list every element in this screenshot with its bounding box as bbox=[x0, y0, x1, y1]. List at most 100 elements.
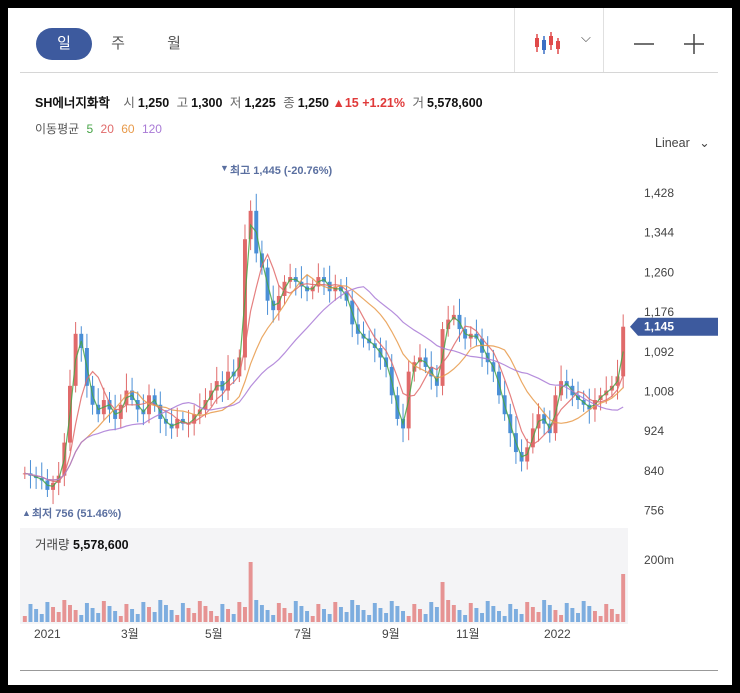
volume-bar bbox=[322, 609, 326, 622]
volume-bar bbox=[96, 613, 101, 622]
volume-bar bbox=[68, 605, 72, 622]
up-triangle-icon: ▲ bbox=[22, 508, 31, 518]
volume-bar bbox=[51, 607, 56, 622]
x-tick-label: 2022 bbox=[544, 627, 571, 641]
volume-bar bbox=[180, 603, 185, 622]
volume-bar bbox=[519, 614, 524, 622]
volume-bar bbox=[542, 600, 547, 622]
y-tick-label: 924 bbox=[644, 424, 664, 438]
volume-bar bbox=[293, 601, 298, 622]
volume-bar bbox=[570, 608, 575, 622]
volume-bar bbox=[502, 616, 507, 622]
volume-bar bbox=[440, 582, 445, 622]
price-chart[interactable]: 1,4281,3441,2601,1761,0921,008924840756 … bbox=[8, 8, 732, 685]
volume-bar bbox=[513, 609, 518, 622]
volume-bar bbox=[587, 606, 592, 622]
volume-bar bbox=[480, 613, 485, 622]
y-tick-label: 1,260 bbox=[644, 265, 674, 279]
x-tick-label: 2021 bbox=[34, 627, 61, 641]
ma-line-120 bbox=[24, 286, 624, 481]
volume-bar bbox=[147, 607, 151, 622]
volume-bar bbox=[530, 607, 535, 622]
volume-bar bbox=[604, 604, 609, 622]
volume-bar bbox=[118, 616, 123, 622]
volume-bar bbox=[581, 601, 586, 622]
volume-bar bbox=[259, 605, 264, 622]
volume-bar bbox=[203, 606, 208, 622]
volume-bar bbox=[299, 606, 304, 622]
volume-title: 거래량 bbox=[35, 538, 70, 552]
y-tick-label: 840 bbox=[644, 464, 664, 478]
volume-bar bbox=[130, 609, 135, 622]
volume-bar bbox=[378, 608, 383, 622]
x-tick-label: 5월 bbox=[205, 627, 223, 641]
volume-bar bbox=[310, 616, 315, 622]
volume-bar bbox=[288, 613, 293, 622]
y-tick-label: 1,008 bbox=[644, 385, 674, 399]
high-annotation: 최고 1,445 (-20.76%) bbox=[230, 163, 333, 177]
volume-bar bbox=[220, 604, 225, 622]
volume-bar bbox=[463, 615, 468, 622]
volume-bar bbox=[28, 604, 33, 622]
volume-bar bbox=[592, 611, 597, 622]
x-tick-label: 7월 bbox=[294, 627, 312, 641]
volume-bar bbox=[327, 614, 332, 622]
volume-bar bbox=[429, 602, 434, 622]
volume-axis-label: 200m bbox=[644, 553, 674, 567]
volume-bar bbox=[417, 609, 422, 622]
volume-bar bbox=[547, 605, 552, 622]
volume-bar bbox=[226, 609, 231, 622]
volume-bar bbox=[491, 606, 496, 622]
volume-bar bbox=[559, 615, 564, 622]
volume-bar bbox=[39, 614, 44, 622]
volume-bar bbox=[282, 608, 287, 622]
candles bbox=[22, 193, 626, 505]
volume-bar bbox=[242, 607, 247, 622]
volume-bar bbox=[237, 602, 242, 622]
low-annotation: 최저 756 (51.46%) bbox=[32, 506, 122, 520]
volume-bar bbox=[34, 609, 39, 622]
volume-bar bbox=[79, 615, 84, 622]
volume-bar bbox=[372, 603, 377, 622]
volume-panel-label: 거래량 5,578,600 bbox=[35, 534, 129, 553]
volume-bar bbox=[271, 615, 276, 622]
volume-bar bbox=[333, 602, 338, 622]
volume-bar bbox=[355, 605, 360, 622]
volume-bar bbox=[305, 611, 310, 622]
volume-bar bbox=[338, 607, 343, 622]
volume-bar bbox=[22, 616, 27, 622]
volume-bar bbox=[423, 614, 428, 622]
volume-bar bbox=[621, 574, 626, 622]
volume-bar bbox=[395, 606, 400, 622]
volume-bar bbox=[615, 614, 620, 622]
volume-bar bbox=[384, 613, 389, 622]
volume-bar bbox=[107, 606, 112, 622]
volume-bar bbox=[175, 615, 180, 622]
volume-panel-value: 5,578,600 bbox=[73, 538, 129, 552]
volume-bar bbox=[344, 612, 349, 622]
volume-bar bbox=[248, 562, 253, 622]
volume-bar bbox=[169, 610, 174, 622]
volume-bar bbox=[158, 600, 163, 622]
volume-bar bbox=[553, 610, 558, 622]
volume-bar bbox=[45, 602, 50, 622]
volume-bar bbox=[598, 616, 603, 622]
volume-bar bbox=[485, 601, 490, 622]
volume-bar bbox=[276, 603, 281, 622]
volume-bar bbox=[361, 610, 366, 622]
y-tick-label: 756 bbox=[644, 504, 664, 518]
volume-bar bbox=[316, 604, 321, 622]
volume-bar bbox=[451, 605, 456, 622]
volume-bar bbox=[214, 616, 219, 622]
volume-bar bbox=[265, 610, 270, 622]
volume-bar bbox=[497, 611, 501, 622]
volume-bar bbox=[536, 612, 541, 622]
y-tick-label: 1,344 bbox=[644, 226, 674, 240]
y-tick-label: 1,176 bbox=[644, 305, 674, 319]
volume-bar bbox=[192, 613, 197, 622]
volume-bar bbox=[209, 611, 214, 622]
y-tick-label: 1,092 bbox=[644, 345, 674, 359]
volume-bar bbox=[468, 603, 473, 622]
volume-bar bbox=[457, 610, 462, 622]
volume-bar bbox=[141, 602, 146, 622]
